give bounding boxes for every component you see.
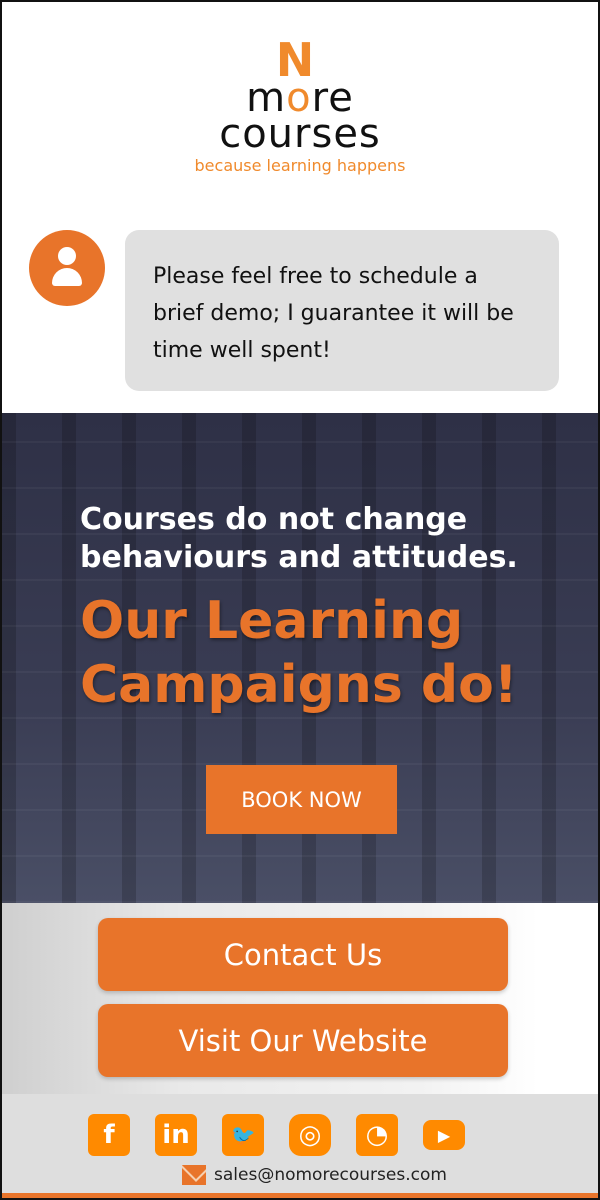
social-links: f in 🐦 ◎ ◔ ▶	[88, 1114, 465, 1156]
contact-us-button[interactable]: Contact Us	[98, 918, 508, 991]
user-avatar-icon	[29, 230, 105, 306]
visit-website-button[interactable]: Visit Our Website	[98, 1004, 508, 1077]
instagram-icon[interactable]: ◎	[289, 1114, 331, 1156]
twitter-icon[interactable]: 🐦	[222, 1114, 264, 1156]
hero-banner: Courses do not change behaviours and att…	[2, 413, 598, 903]
email-page: N more courses because learning happens …	[0, 0, 600, 1200]
hero-headline: Courses do not change behaviours and att…	[80, 502, 518, 575]
envelope-icon	[182, 1165, 206, 1185]
linkedin-icon[interactable]: in	[155, 1114, 197, 1156]
logo-n: N	[275, 33, 315, 87]
book-now-button[interactable]: BOOK NOW	[206, 765, 397, 834]
email-contact[interactable]: sales@nomorecourses.com	[182, 1165, 447, 1185]
message-bubble: Please feel free to schedule a brief dem…	[125, 230, 559, 391]
rss-icon[interactable]: ◔	[356, 1114, 398, 1156]
youtube-icon[interactable]: ▶	[423, 1120, 465, 1150]
logo-tagline: because learning happens	[194, 156, 406, 175]
hero-highlight: Our Learning Campaigns do!	[80, 591, 518, 715]
facebook-icon[interactable]: f	[88, 1114, 130, 1156]
footer: f in 🐦 ◎ ◔ ▶ sales@nomorecourses.com	[2, 1094, 598, 1198]
email-address[interactable]: sales@nomorecourses.com	[214, 1165, 447, 1185]
logo-courses: courses	[219, 111, 381, 157]
logo: N more courses because learning happens	[2, 33, 598, 175]
